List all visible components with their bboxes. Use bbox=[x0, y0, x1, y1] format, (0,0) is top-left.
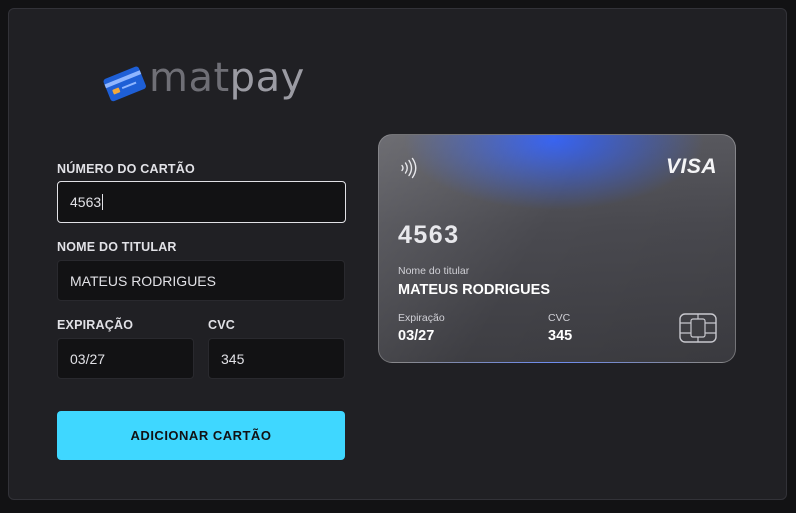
contactless-icon bbox=[401, 157, 417, 179]
card-preview-holder-label: Nome do titular bbox=[398, 265, 470, 277]
visa-logo: VISA bbox=[665, 155, 717, 178]
credit-card-icon bbox=[103, 66, 146, 102]
cvc-input[interactable]: 345 bbox=[208, 338, 345, 379]
cvc-input-value: 345 bbox=[221, 350, 245, 367]
card-preview-expiry-label: Expiração bbox=[398, 312, 445, 324]
card-number-input-value: 4563 bbox=[70, 194, 102, 210]
logo-text: matpay bbox=[149, 55, 305, 101]
card-preview: VISA 4563 Nome do titular MATEUS RODRIGU… bbox=[378, 134, 736, 363]
card-preview-cvc-label: CVC bbox=[548, 312, 571, 324]
expiry-input[interactable]: 03/27 bbox=[57, 338, 194, 379]
card-preview-cvc: 345 bbox=[548, 328, 573, 344]
holder-name-input-value: MATEUS RODRIGUES bbox=[70, 272, 216, 289]
cvc-label: CVC bbox=[208, 318, 235, 332]
logo: matpay bbox=[101, 58, 305, 102]
card-preview-expiry: 03/27 bbox=[398, 328, 435, 344]
card-preview-number: 4563 bbox=[398, 221, 460, 249]
holder-name-input[interactable]: MATEUS RODRIGUES bbox=[57, 260, 345, 301]
card-preview-holder: MATEUS RODRIGUES bbox=[398, 282, 550, 298]
holder-name-label: NOME DO TITULAR bbox=[57, 240, 177, 254]
card-number-label: NÚMERO DO CARTÃO bbox=[57, 162, 195, 176]
expiry-label: EXPIRAÇÃO bbox=[57, 318, 134, 332]
expiry-input-value: 03/27 bbox=[70, 350, 106, 367]
add-card-button[interactable]: ADICIONAR CARTÃO bbox=[57, 411, 345, 460]
chip-icon bbox=[679, 313, 717, 343]
text-caret bbox=[102, 194, 104, 210]
card-number-input[interactable]: 4563 bbox=[57, 181, 346, 223]
